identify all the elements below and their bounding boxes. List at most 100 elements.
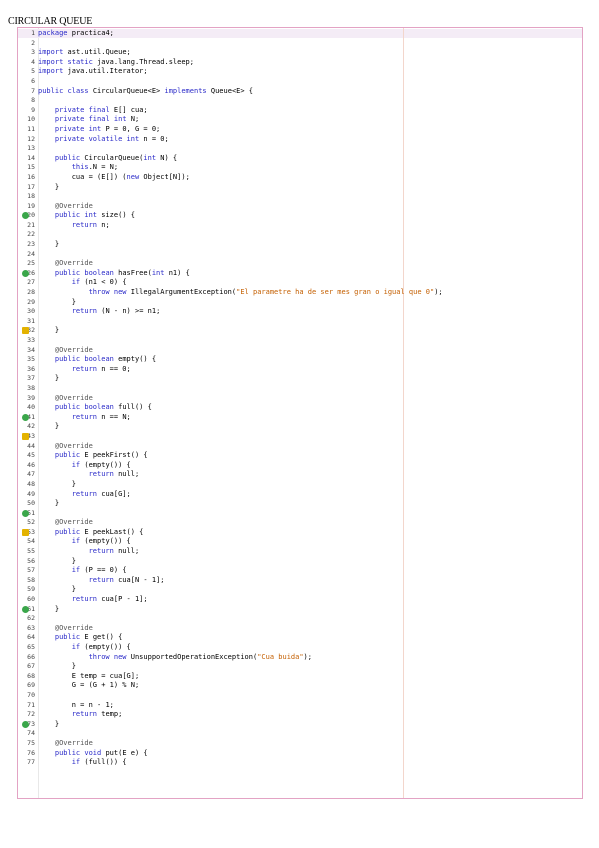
code-line[interactable]: 20 public int size() { (18, 211, 582, 221)
line-number: 22 (27, 230, 35, 239)
code-line[interactable]: 72 return temp; (18, 710, 582, 720)
code-line[interactable]: 32 } (18, 326, 582, 336)
code-line[interactable]: 35 public boolean empty() { (18, 355, 582, 365)
code-line[interactable]: 28 throw new IllegalArgumentException("E… (18, 288, 582, 298)
code-line[interactable]: 38 (18, 384, 582, 394)
code-line[interactable]: 22 (18, 230, 582, 240)
code-line[interactable]: 73 } (18, 720, 582, 730)
code-line[interactable]: 31 (18, 317, 582, 327)
code-line[interactable]: 54 if (empty()) { (18, 537, 582, 547)
code-line[interactable]: 16 cua = (E[]) (new Object[N]); (18, 173, 582, 183)
code-line[interactable]: 62 (18, 614, 582, 624)
hint-bulb-icon[interactable] (22, 528, 29, 536)
code-token: java (97, 57, 114, 66)
override-marker-icon[interactable] (22, 269, 29, 277)
code-line[interactable]: 57 if (P == 0) { (18, 566, 582, 576)
code-line[interactable]: 48 } (18, 480, 582, 490)
code-line[interactable]: 74 (18, 729, 582, 739)
code-line[interactable]: 47 return null; (18, 470, 582, 480)
code-line[interactable]: 75 @Override (18, 739, 582, 749)
code-line[interactable]: 61 } (18, 605, 582, 615)
code-body[interactable]: 1 package practica4; 2 3 import ast.util.Que… (18, 29, 582, 768)
code-line[interactable]: 3 import ast.util.Queue; (18, 48, 582, 58)
code-line[interactable]: 33 (18, 336, 582, 346)
code-line[interactable]: 55 return null; (18, 547, 582, 557)
code-line[interactable]: 10 private final int N; (18, 115, 582, 125)
code-line[interactable]: 18 (18, 192, 582, 202)
code-token: sleep (168, 57, 190, 66)
code-line[interactable]: 21 return n; (18, 221, 582, 231)
code-line[interactable]: 26 public boolean hasFree(int n1) { (18, 269, 582, 279)
code-line[interactable]: 9 private final E[] cua; (18, 106, 582, 116)
code-line[interactable]: 37 } (18, 374, 582, 384)
code-line[interactable]: 58 return cua[N - 1]; (18, 576, 582, 586)
code-line[interactable]: 34 @Override (18, 346, 582, 356)
line-number: 2 (31, 38, 35, 47)
code-line[interactable]: 27 if (n1 < 0) { (18, 278, 582, 288)
hint-bulb-icon[interactable] (22, 432, 29, 440)
code-line[interactable]: 71 n = n - 1; (18, 701, 582, 711)
code-line[interactable]: 15 this.N = N; (18, 163, 582, 173)
code-line[interactable]: 67 } (18, 662, 582, 672)
override-marker-icon[interactable] (22, 413, 29, 421)
code-token: Queue (105, 48, 127, 57)
code-line[interactable]: 41 return n == N; (18, 413, 582, 423)
override-marker-icon[interactable] (22, 605, 29, 613)
code-line[interactable]: 63 @Override (18, 624, 582, 634)
override-marker-icon[interactable] (22, 720, 29, 728)
code-token: ]); (177, 172, 190, 181)
code-line[interactable]: 76 public void put(E e) { (18, 749, 582, 759)
code-line[interactable]: 8 (18, 96, 582, 106)
code-line[interactable]: 77 if (full()) { (18, 758, 582, 768)
code-line[interactable]: 70 (18, 691, 582, 701)
code-line[interactable]: 45 public E peekFirst() { (18, 451, 582, 461)
code-token: ; (156, 307, 161, 316)
code-line[interactable]: 53 public E peekLast() { (18, 528, 582, 538)
code-line[interactable]: 1 package practica4; (18, 29, 582, 39)
code-line[interactable]: 68 E temp = cua[G]; (18, 672, 582, 682)
override-marker-icon[interactable] (22, 509, 29, 517)
code-line[interactable]: 39 @Override (18, 394, 582, 404)
code-line[interactable]: 11 private int P = 0, G = 0; (18, 125, 582, 135)
code-line[interactable]: 7 public class CircularQueue<E> implement… (18, 87, 582, 97)
code-line[interactable]: 40 public boolean full() { (18, 403, 582, 413)
code-line[interactable]: 44 @Override (18, 442, 582, 452)
annotation: @Override (54, 393, 93, 402)
line-number: 39 (27, 393, 35, 402)
code-line[interactable]: 14 public CircularQueue(int N) { (18, 154, 582, 164)
hint-bulb-icon[interactable] (22, 327, 29, 335)
line-number: 52 (27, 518, 35, 527)
code-line[interactable]: 12 private volatile int n = 0; (18, 135, 582, 145)
code-line[interactable]: 6 (18, 77, 582, 87)
code-line[interactable]: 13 (18, 144, 582, 154)
code-line[interactable]: 5 import java.util.Iterator; (18, 67, 582, 77)
code-line[interactable]: 30 return (N - n) >= n1; (18, 307, 582, 317)
code-line[interactable]: 64 public E get() { (18, 633, 582, 643)
code-line[interactable]: 69 G = (G + 1) % N; (18, 681, 582, 691)
code-line[interactable]: 50 } (18, 499, 582, 509)
code-line[interactable]: 29 } (18, 298, 582, 308)
code-line[interactable]: 49 return cua[G]; (18, 490, 582, 500)
code-line[interactable]: 19 @Override (18, 202, 582, 212)
code-line[interactable]: 2 (18, 39, 582, 49)
code-line[interactable]: 52 @Override (18, 518, 582, 528)
code-line[interactable]: 65 if (empty()) { (18, 643, 582, 653)
code-line[interactable]: 24 (18, 250, 582, 260)
code-line[interactable]: 36 return n == 0; (18, 365, 582, 375)
code-editor[interactable]: 1 package practica4; 2 3 import ast.util.Que… (17, 27, 583, 799)
code-line[interactable]: 66 throw new UnsupportedOperationExcepti… (18, 653, 582, 663)
code-line[interactable]: 25 @Override (18, 259, 582, 269)
code-line[interactable]: 42 } (18, 422, 582, 432)
code-line[interactable]: 59 } (18, 585, 582, 595)
code-line[interactable]: 4 import static java.lang.Thread.sleep; (18, 58, 582, 68)
code-line[interactable]: 46 if (empty()) { (18, 461, 582, 471)
code-line[interactable]: 56 } (18, 557, 582, 567)
code-line[interactable]: 60 return cua[P - 1]; (18, 595, 582, 605)
code-line[interactable]: 17 } (18, 183, 582, 193)
code-line[interactable]: 51 (18, 509, 582, 519)
code-line[interactable]: 23 } (18, 240, 582, 250)
string-literal: "El parametre ha de ser mes gran o igual… (236, 288, 435, 297)
code-line[interactable]: 43 (18, 432, 582, 442)
